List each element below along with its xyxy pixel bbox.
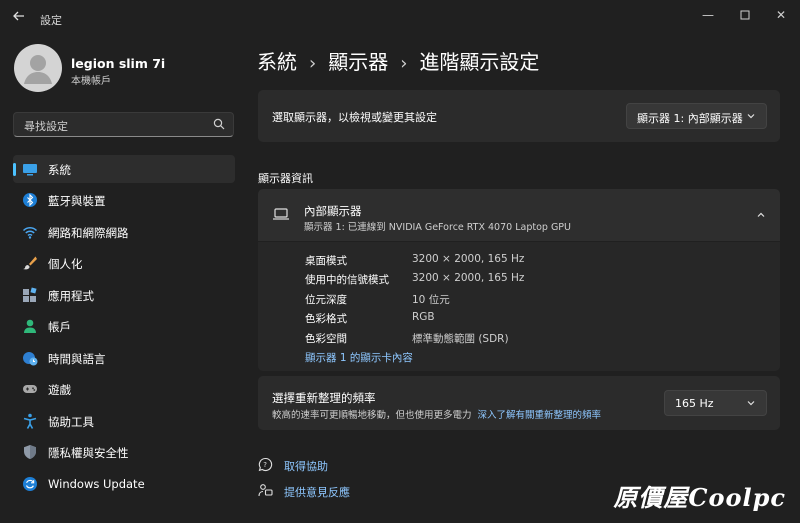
sidebar-item-label: 時間與語言 — [48, 352, 106, 366]
sidebar-item-label: 系統 — [48, 163, 71, 177]
brush-icon — [23, 256, 37, 270]
refresh-rate-card: 選擇重新整理的頻率 較高的速率可更順暢地移動，但也使用更多電力 深入了解有關重新整… — [258, 376, 780, 430]
info-key-color-space: 色彩空間 — [305, 333, 347, 345]
maximize-icon[interactable] — [730, 6, 760, 24]
sidebar-item-time-language[interactable]: 時間與語言 — [13, 344, 235, 372]
display-info-details: 桌面模式 3200 × 2000, 165 Hz 使用中的信號模式 3200 ×… — [258, 242, 780, 371]
info-value-desktop-mode: 3200 × 2000, 165 Hz — [412, 253, 525, 265]
chevron-down-icon — [747, 401, 755, 406]
info-key-bit-depth: 位元深度 — [305, 294, 347, 306]
sidebar-item-label: 藍牙與裝置 — [48, 194, 106, 208]
coolpc-watermark: 原價屋Coolpc — [613, 483, 786, 512]
sidebar-item-label: 隱私權與安全性 — [48, 446, 129, 460]
refresh-rate-value: 165 Hz — [675, 397, 714, 410]
select-display-label: 選取顯示器，以檢視或變更其設定 — [272, 111, 437, 124]
sidebar-item-apps[interactable]: 應用程式 — [13, 281, 235, 309]
sidebar-item-windows-update[interactable]: Windows Update — [13, 470, 235, 498]
gamepad-icon — [23, 385, 37, 393]
sidebar-item-label: 帳戶 — [48, 320, 71, 334]
globe-clock-icon — [23, 352, 38, 366]
info-key-color-format: 色彩格式 — [305, 313, 347, 325]
sidebar-item-system[interactable]: 系統 — [13, 155, 235, 183]
wifi-icon — [22, 226, 38, 239]
sidebar-item-bluetooth[interactable]: 藍牙與裝置 — [13, 186, 235, 214]
search-icon — [213, 118, 225, 130]
refresh-rate-dropdown[interactable]: 165 Hz — [664, 390, 767, 416]
display-adapter-properties-link[interactable]: 顯示器 1 的顯示卡內容 — [305, 350, 413, 365]
system-icon — [23, 164, 37, 176]
select-display-card: 選取顯示器，以檢視或變更其設定 顯示器 1: 內部顯示器 — [258, 90, 780, 142]
sidebar-item-gaming[interactable]: 遊戲 — [13, 375, 235, 403]
sidebar-item-network[interactable]: 網路和網際網路 — [13, 218, 235, 246]
give-feedback-label: 提供意見反應 — [284, 486, 350, 499]
sidebar-item-label: 個人化 — [48, 257, 83, 271]
help-chat-icon: ? — [258, 457, 273, 472]
refresh-rate-description: 較高的速率可更順暢地移動，但也使用更多電力 深入了解有關重新整理的頻率 — [272, 407, 601, 421]
sidebar-item-label: 網路和網際網路 — [48, 226, 129, 240]
info-value-color-format: RGB — [412, 311, 435, 323]
display-dropdown[interactable]: 顯示器 1: 內部顯示器 — [626, 103, 767, 129]
sidebar-item-label: Windows Update — [48, 477, 145, 491]
sidebar-item-accessibility[interactable]: 協助工具 — [13, 407, 235, 435]
display-info-section-title: 顯示器資訊 — [258, 172, 313, 185]
display-dropdown-value: 顯示器 1: 內部顯示器 — [637, 112, 743, 125]
breadcrumb-item-display[interactable]: 顯示器 — [328, 50, 388, 74]
info-value-color-space: 標準動態範圍 (SDR) — [412, 333, 509, 345]
profile-name: legion slim 7i — [71, 56, 166, 71]
sidebar-item-label: 協助工具 — [48, 415, 94, 429]
title-bar: 設定 — ✕ — [0, 0, 800, 36]
refresh-rate-description-text: 較高的速率可更順暢地移動，但也使用更多電力 — [272, 410, 472, 421]
chevron-up-icon[interactable] — [756, 210, 766, 220]
info-key-signal-mode: 使用中的信號模式 — [305, 274, 389, 286]
back-arrow-icon[interactable] — [8, 8, 30, 30]
sidebar-item-label: 應用程式 — [48, 289, 94, 303]
search-input[interactable]: 尋找設定 — [13, 112, 234, 137]
breadcrumb: 系統 › 顯示器 › 進階顯示設定 — [257, 46, 539, 75]
svg-text:?: ? — [263, 461, 267, 469]
window-title: 設定 — [40, 14, 62, 27]
get-help-label: 取得協助 — [284, 460, 328, 473]
chevron-down-icon — [747, 114, 755, 119]
display-info-header[interactable]: 內部顯示器 顯示器 1: 已連線到 NVIDIA GeForce RTX 407… — [258, 189, 780, 241]
chevron-right-icon: › — [400, 53, 408, 74]
chevron-right-icon: › — [309, 53, 317, 74]
bluetooth-icon — [23, 193, 37, 207]
accessibility-icon — [23, 413, 37, 429]
display-name: 內部顯示器 — [304, 204, 362, 218]
info-value-signal-mode: 3200 × 2000, 165 Hz — [412, 272, 525, 284]
sidebar-item-accounts[interactable]: 帳戶 — [13, 312, 235, 340]
profile-account-type: 本機帳戶 — [71, 76, 111, 87]
breadcrumb-item-system[interactable]: 系統 — [257, 50, 297, 74]
laptop-icon — [273, 208, 289, 220]
info-value-bit-depth: 10 位元 — [412, 294, 450, 306]
active-indicator — [13, 163, 16, 176]
avatar[interactable] — [14, 44, 62, 92]
close-icon[interactable]: ✕ — [766, 6, 796, 24]
sidebar-item-personalization[interactable]: 個人化 — [13, 249, 235, 277]
page-title: 進階顯示設定 — [419, 50, 540, 74]
display-connection-info: 顯示器 1: 已連線到 NVIDIA GeForce RTX 4070 Lapt… — [304, 222, 571, 233]
update-icon — [23, 477, 37, 491]
search-placeholder: 尋找設定 — [24, 120, 68, 133]
apps-icon — [23, 287, 37, 302]
person-icon — [24, 319, 36, 333]
refresh-rate-learn-more-link[interactable]: 深入了解有關重新整理的頻率 — [478, 410, 602, 421]
minimize-icon[interactable]: — — [693, 6, 723, 24]
sidebar-item-label: 遊戲 — [48, 383, 71, 397]
info-key-desktop-mode: 桌面模式 — [305, 255, 347, 267]
shield-icon — [24, 445, 36, 459]
refresh-rate-title: 選擇重新整理的頻率 — [272, 391, 376, 405]
feedback-icon — [258, 484, 273, 497]
sidebar-item-privacy[interactable]: 隱私權與安全性 — [13, 438, 235, 466]
